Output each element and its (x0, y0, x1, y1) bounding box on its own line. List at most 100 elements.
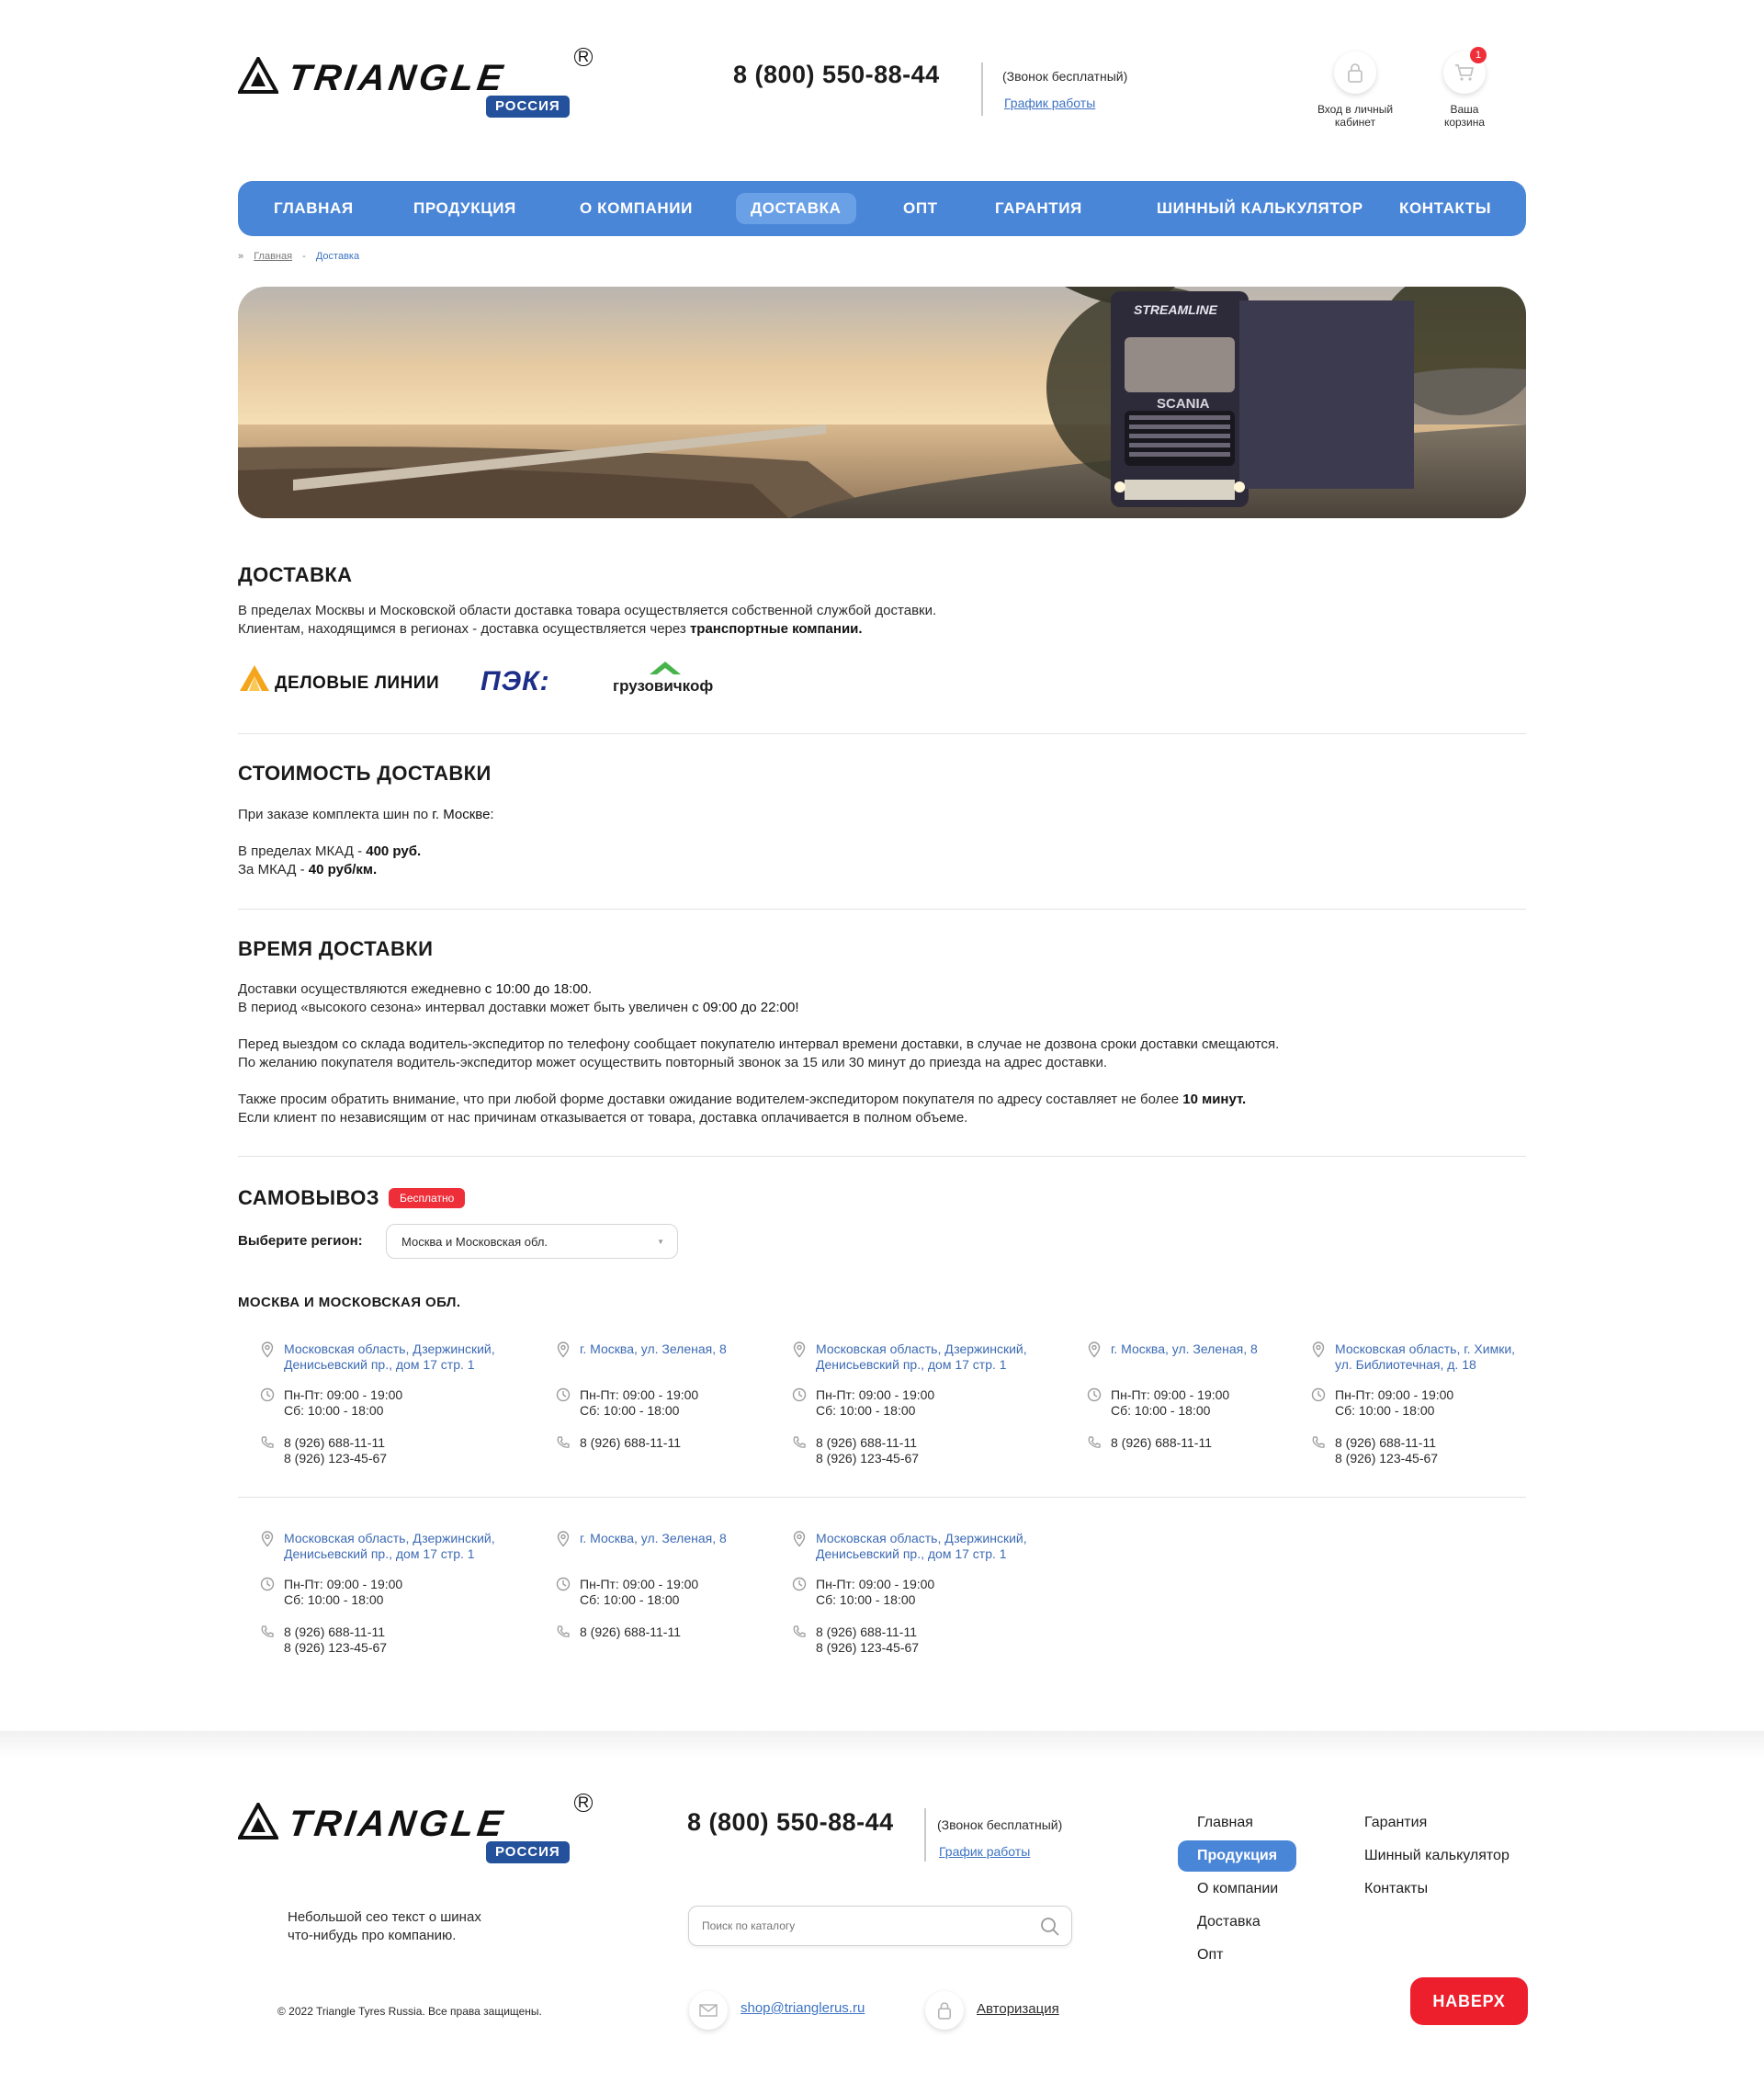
nav-item-products[interactable]: ПРОДУКЦИЯ (399, 193, 531, 224)
clock-icon (1311, 1387, 1326, 1402)
footer-nav-about[interactable]: О компании (1178, 1873, 1297, 1905)
logo-country-badge: РОССИЯ (486, 96, 570, 118)
footer-auth-link[interactable]: Авторизация (977, 2001, 1059, 2017)
nav-item-about[interactable]: О КОМПАНИИ (565, 193, 707, 224)
nav-item-delivery[interactable]: ДОСТАВКА (736, 193, 856, 224)
time-waiting-prefix: Также просим обратить внимание, что при … (238, 1092, 1183, 1107)
pickup-address[interactable]: Московская область, Дзержинский, Денисьев… (284, 1531, 532, 1562)
pickup-address-line-2: ул. Библиотечная, д. 18 (1335, 1357, 1476, 1372)
cart-label[interactable]: Ваша корзина (1431, 103, 1498, 129)
header-logo[interactable]: TRIANGLE R РОССИЯ (238, 48, 596, 123)
carrier-logo-pek[interactable]: ПЭК: (481, 666, 550, 697)
auth-button[interactable] (925, 1991, 964, 2030)
footer-nav-delivery[interactable]: Доставка (1178, 1907, 1280, 1938)
footer-logo[interactable]: TRIANGLE R РОССИЯ (238, 1794, 596, 1869)
pickup-phone-1[interactable]: 8 (926) 688-11-11 (1111, 1435, 1212, 1451)
carrier-logo-gruzovichkof[interactable]: грузовичкоф (613, 660, 723, 696)
pickup-phone-2[interactable]: 8 (926) 123-45-67 (816, 1640, 919, 1656)
region-select[interactable]: Москва и Московская обл. ▼ (386, 1224, 678, 1259)
delivery-line-2: Клиентам, находящимся в регионах - доста… (238, 620, 936, 639)
search-input[interactable] (689, 1907, 1020, 1945)
phone-icon (260, 1624, 275, 1639)
pickup-address[interactable]: Московская область, г. Химки, ул. Библиот… (1335, 1341, 1583, 1373)
footer-schedule-link[interactable]: График работы (939, 1844, 1030, 1859)
pickup-phones[interactable]: 8 (926) 688-11-11 (580, 1624, 681, 1640)
pickup-hours-weekdays: Пн-Пт: 09:00 - 19:00 (1335, 1387, 1454, 1402)
cost-line-mkad: В пределах МКАД - 400 руб. (238, 843, 421, 861)
mail-icon (699, 2004, 718, 2017)
location-pin-icon (556, 1531, 571, 1547)
nav-item-contacts[interactable]: КОНТАКТЫ (1385, 193, 1506, 224)
time-repeat-call: По желанию покупателя водитель-экспедито… (238, 1055, 1107, 1070)
location-pin-icon (260, 1341, 275, 1358)
pickup-phone-1[interactable]: 8 (926) 688-11-11 (1335, 1435, 1438, 1451)
nav-item-home[interactable]: ГЛАВНАЯ (259, 193, 368, 224)
cost-intro-city: г. Москве: (432, 807, 494, 822)
time-daily-prefix: Доставки осуществляются ежедневно (238, 981, 485, 997)
pickup-hours: Пн-Пт: 09:00 - 19:00 Сб: 10:00 - 18:00 (580, 1387, 698, 1419)
pickup-phones[interactable]: 8 (926) 688-11-11 8 (926) 123-45-67 (284, 1435, 387, 1466)
hero-banner: STREAMLINE SCANIA (238, 287, 1526, 518)
pickup-phone-2[interactable]: 8 (926) 123-45-67 (1335, 1451, 1438, 1466)
footer-nav-home[interactable]: Главная (1178, 1807, 1272, 1839)
nav-item-warranty[interactable]: ГАРАНТИЯ (980, 193, 1097, 224)
pickup-phones[interactable]: 8 (926) 688-11-11 (1111, 1435, 1212, 1451)
pickup-address[interactable]: Московская область, Дзержинский, Денисьев… (816, 1531, 1064, 1562)
header-schedule-link[interactable]: График работы (1004, 96, 1095, 110)
pickup-address[interactable]: Московская область, Дзержинский, Денисьев… (284, 1341, 532, 1373)
pickup-phone-2[interactable]: 8 (926) 123-45-67 (816, 1451, 919, 1466)
email-button[interactable] (689, 1991, 728, 2030)
pickup-card: г. Москва, ул. Зеленая, 8 Пн-Пт: 09:00 - … (1087, 1341, 1344, 1470)
carrier-logo-dellin[interactable]: ДЕЛОВЫЕ ЛИНИИ (238, 663, 449, 695)
pickup-phones[interactable]: 8 (926) 688-11-11 8 (926) 123-45-67 (816, 1624, 919, 1656)
footer-nav-products[interactable]: Продукция (1178, 1840, 1297, 1872)
back-to-top-button[interactable]: НАВЕРХ (1410, 1977, 1528, 2025)
clock-icon (1087, 1387, 1102, 1402)
pickup-phones[interactable]: 8 (926) 688-11-11 (580, 1435, 681, 1451)
pickup-phone-1[interactable]: 8 (926) 688-11-11 (284, 1624, 387, 1640)
breadcrumb-home[interactable]: Главная (254, 251, 292, 262)
footer-nav-wholesale[interactable]: Опт (1178, 1940, 1242, 1971)
clock-icon (556, 1577, 571, 1591)
footer-nav-warranty[interactable]: Гарантия (1345, 1807, 1446, 1839)
pek-logo-text: ПЭК: (481, 666, 550, 696)
footer-nav-contacts[interactable]: Контакты (1345, 1873, 1447, 1905)
logo-country-badge: РОССИЯ (486, 1841, 570, 1863)
header-phone[interactable]: 8 (800) 550-88-44 (733, 61, 940, 89)
footer-free-call: (Звонок бесплатный) (937, 1817, 1063, 1832)
footer-nav-tire-calculator[interactable]: Шинный калькулятор (1345, 1840, 1529, 1872)
pickup-phone-1[interactable]: 8 (926) 688-11-11 (284, 1435, 387, 1451)
account-button[interactable] (1334, 51, 1376, 94)
pickup-phone-1[interactable]: 8 (926) 688-11-11 (816, 1435, 919, 1451)
search-icon[interactable] (1040, 1917, 1060, 1937)
pickup-address-line-2: Денисьевский пр., дом 17 стр. 1 (284, 1546, 475, 1561)
clock-icon (556, 1387, 571, 1402)
region-select-value: Москва и Московская обл. (401, 1235, 548, 1249)
copyright: © 2022 Triangle Tyres Russia. Все права … (277, 2005, 542, 2018)
nav-item-wholesale[interactable]: ОПТ (888, 193, 953, 224)
pickup-card: Московская область, г. Химки, ул. Библиот… (1311, 1341, 1568, 1470)
footer-email-link[interactable]: shop@trianglerus.ru (741, 2000, 865, 2016)
pickup-phone-2[interactable]: 8 (926) 123-45-67 (284, 1451, 387, 1466)
pickup-phones[interactable]: 8 (926) 688-11-11 8 (926) 123-45-67 (1335, 1435, 1438, 1466)
gruzovichkof-logo-icon (650, 662, 681, 674)
catalog-search[interactable] (688, 1906, 1072, 1946)
pickup-phones[interactable]: 8 (926) 688-11-11 8 (926) 123-45-67 (284, 1624, 387, 1656)
footer-divider (924, 1808, 926, 1862)
pickup-phone-2[interactable]: 8 (926) 123-45-67 (284, 1640, 387, 1656)
location-pin-icon (792, 1341, 807, 1358)
account-label[interactable]: Вход в личный кабинет (1309, 103, 1401, 129)
pickup-phone-1[interactable]: 8 (926) 688-11-11 (580, 1624, 681, 1640)
pickup-phones[interactable]: 8 (926) 688-11-11 8 (926) 123-45-67 (816, 1435, 919, 1466)
clock-icon (792, 1387, 807, 1402)
pickup-address[interactable]: Московская область, Дзержинский, Денисьев… (816, 1341, 1064, 1373)
transport-companies-link: транспортные компании. (689, 621, 863, 637)
pickup-address-line-1: г. Москва, ул. Зеленая, 8 (580, 1341, 727, 1356)
pickup-address[interactable]: г. Москва, ул. Зеленая, 8 (580, 1341, 828, 1357)
pickup-phone-1[interactable]: 8 (926) 688-11-11 (580, 1435, 681, 1451)
footer-phone[interactable]: 8 (800) 550-88-44 (687, 1808, 894, 1837)
nav-item-tire-calculator[interactable]: ШИННЫЙ КАЛЬКУЛЯТОР (1142, 193, 1378, 224)
pickup-phone-1[interactable]: 8 (926) 688-11-11 (816, 1624, 919, 1640)
pickup-address[interactable]: г. Москва, ул. Зеленая, 8 (580, 1531, 828, 1546)
pickup-row-divider (238, 1497, 1526, 1498)
